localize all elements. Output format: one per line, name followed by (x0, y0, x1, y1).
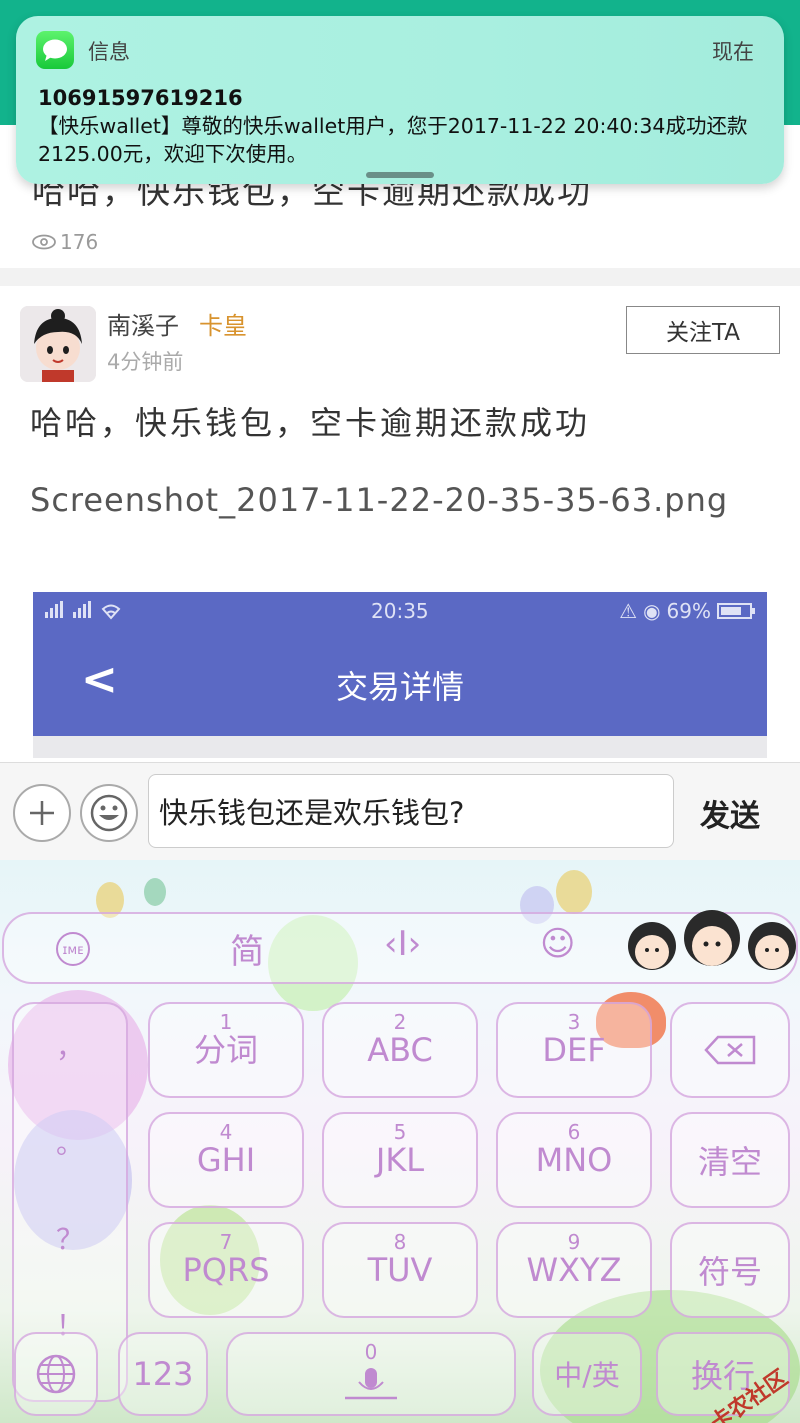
punct-period-key[interactable]: 。 (14, 1122, 126, 1162)
key-7[interactable]: 7 PQRS (148, 1222, 304, 1318)
comment-input[interactable]: 快乐钱包还是欢乐钱包? (148, 774, 674, 848)
send-button[interactable]: 发送 (700, 791, 760, 835)
emoji-panel-icon[interactable]: ☺ (540, 924, 575, 964)
embedded-screenshot[interactable]: 20:35 ⚠ ◉ 69% < 交易详情 (33, 592, 767, 758)
svg-text:ɪᴍᴇ: ɪᴍᴇ (62, 943, 83, 958)
embedded-content-strip (33, 736, 767, 758)
key-8[interactable]: 8 TUV (322, 1222, 478, 1318)
embedded-clock: 20:35 (371, 599, 429, 623)
key-6[interactable]: 6 MNO (496, 1112, 652, 1208)
attachment-filename: Screenshot_2017-11-22-20-35-35-63.png (30, 481, 729, 519)
battery-icon (717, 603, 755, 619)
delete-key[interactable] (670, 1002, 790, 1098)
space-key[interactable]: 0 (226, 1332, 516, 1416)
symbol-key[interactable]: 符号 (670, 1222, 790, 1318)
language-switch-key[interactable] (14, 1332, 98, 1416)
key-5[interactable]: 5 JKL (322, 1112, 478, 1208)
microphone-icon (228, 1366, 514, 1400)
signal-icon (43, 598, 133, 627)
balloon-decoration (556, 870, 592, 914)
key-4[interactable]: 4 GHI (148, 1112, 304, 1208)
skin-characters-icon[interactable] (622, 904, 800, 995)
punct-question-key[interactable]: ？ (14, 1218, 126, 1258)
embedded-status-bar: 20:35 ⚠ ◉ 69% (33, 592, 767, 630)
notification-drag-handle[interactable] (366, 172, 434, 178)
plus-icon (30, 801, 54, 825)
key-3[interactable]: 3 DEF (496, 1002, 652, 1098)
backspace-icon (672, 1004, 788, 1096)
balloon-decoration (144, 878, 166, 906)
previous-post-views: 176 (32, 230, 98, 254)
number-mode-key[interactable]: 123 (118, 1332, 208, 1416)
embedded-page-title: 交易详情 (335, 668, 464, 706)
cursor-move-icon[interactable]: ‹I› (384, 924, 421, 964)
notification-time: 现在 (712, 40, 754, 64)
battery-percent: 69% (666, 599, 711, 623)
notification-app-name: 信息 (88, 40, 130, 64)
key-2[interactable]: 2 ABC (322, 1002, 478, 1098)
add-attachment-button[interactable] (13, 784, 71, 842)
view-count: 176 (60, 230, 99, 254)
notification-sender: 10691597619216 (38, 86, 243, 110)
simplified-chinese-toggle[interactable]: 简 (230, 924, 264, 973)
messages-app-icon (36, 31, 74, 69)
ime-keyboard: ɪᴍᴇ 简 ‹I› ☺ ， 。 ？ ！ 1 分词 2 ABC 3 DEF 4 G… (0, 860, 800, 1423)
globe-icon (16, 1334, 96, 1414)
author-badge: 卡皇 (199, 312, 247, 340)
author-name[interactable]: 南溪子 (107, 306, 179, 341)
post-title: 哈哈，快乐钱包，空卡逾期还款成功 (30, 404, 591, 442)
keyboard-toolbar: ɪᴍᴇ 简 ‹I› ☺ (2, 910, 798, 984)
eye-icon (32, 234, 56, 250)
post-divider (0, 268, 800, 286)
post-timestamp: 4分钟前 (107, 350, 184, 374)
avatar[interactable] (20, 306, 96, 382)
key-1[interactable]: 1 分词 (148, 1002, 304, 1098)
location-icon: ◉ (643, 599, 661, 623)
silent-bell-icon: ⚠ (619, 599, 638, 623)
smiley-icon (90, 794, 128, 832)
sms-notification-banner[interactable]: 信息 现在 10691597619216 【快乐wallet】尊敬的快乐wall… (16, 16, 784, 184)
emoji-button[interactable] (80, 784, 138, 842)
notification-body: 【快乐wallet】尊敬的快乐wallet用户，您于2017-11-22 20:… (38, 114, 748, 166)
punct-comma-key[interactable]: ， (14, 1026, 126, 1066)
embedded-status-right: ⚠ ◉ 69% (619, 599, 757, 623)
comment-bar: 快乐钱包还是欢乐钱包? 发送 (0, 762, 800, 861)
clear-key[interactable]: 清空 (670, 1112, 790, 1208)
key-9[interactable]: 9 WXYZ (496, 1222, 652, 1318)
follow-button[interactable]: 关注TA (626, 306, 780, 354)
ime-logo-icon[interactable]: ɪᴍᴇ (54, 930, 92, 977)
chinese-english-toggle-key[interactable]: 中/英 (532, 1332, 642, 1416)
